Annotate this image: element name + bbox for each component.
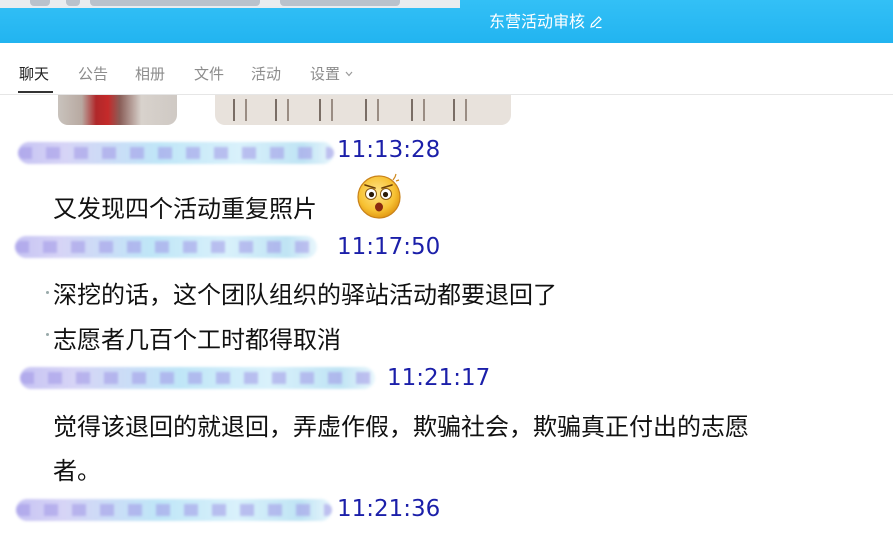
message-text: 志愿者几百个工时都得取消 [53,326,341,354]
sender-name-blurred [16,499,332,521]
message-timestamp: 11:17:50 [337,234,441,260]
message-timestamp: 11:21:17 [387,365,491,391]
message-text: 深挖的话，这个团队组织的驿站活动都要退回了 [53,281,557,309]
active-tab-indicator [18,91,53,93]
message-text: 者。 [53,457,101,485]
sender-name-blurred [15,236,317,258]
chevron-down-icon [345,71,353,77]
tab-files[interactable]: 文件 [194,63,224,84]
browser-address-remnant [0,0,460,8]
message-text: 觉得该退回的就退回，弄虚作假，欺骗社会，欺骗真正付出的志愿 [53,413,749,441]
tab-settings[interactable]: 设置 [310,63,353,84]
message-timestamp: 11:21:36 [337,496,441,522]
title-bar: 东营活动审核 [0,0,893,43]
group-title-label: 东营活动审核 [489,12,586,31]
tab-activities[interactable]: 活动 [251,63,281,84]
tab-notice[interactable]: 公告 [78,63,108,84]
tab-bar: 聊天 公告 相册 文件 活动 设置 [0,43,893,95]
shocked-face-icon [357,173,401,219]
chat-window: 东营活动审核 聊天 公告 相册 文件 活动 设置 11:13:28 又发现四个活… [0,0,893,541]
shared-photo-thumbnail[interactable] [215,95,511,125]
message-timestamp: 11:13:28 [337,137,441,163]
sender-name-blurred [20,367,375,389]
tab-album[interactable]: 相册 [135,63,165,84]
shared-photo-thumbnail[interactable] [58,95,177,125]
tab-settings-label: 设置 [310,65,341,83]
edit-icon[interactable] [589,15,603,29]
group-title[interactable]: 东营活动审核 [489,13,603,31]
tab-chat[interactable]: 聊天 [19,63,49,84]
message-list[interactable]: 11:13:28 又发现四个活动重复照片 11:17:50 深挖的话，这个团队组… [0,95,893,541]
sender-name-blurred [18,142,334,164]
message-text: 又发现四个活动重复照片 [53,195,317,223]
